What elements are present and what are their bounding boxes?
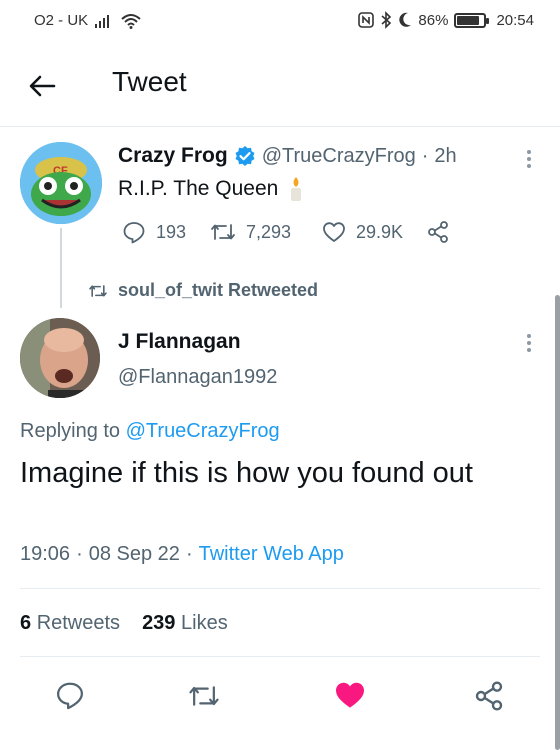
avatar-j-flannagan[interactable] — [20, 318, 100, 398]
retweet-action[interactable]: 7,293 — [210, 221, 322, 243]
parent-tweet-header: Crazy Frog @TrueCrazyFrog · 2h — [118, 144, 457, 168]
battery-percent: 86% — [418, 11, 449, 29]
header-divider — [0, 126, 560, 127]
retweet-small-icon — [89, 284, 107, 297]
status-right: 86% 20:54 — [358, 11, 534, 29]
separator-dot: · — [421, 144, 429, 167]
nfc-icon — [358, 12, 375, 28]
candle-emoji-icon — [291, 177, 302, 201]
tweet-stats: 6 Retweets 239 Likes — [20, 612, 228, 635]
j-flannagan-avatar-image — [20, 318, 100, 398]
retweet-icon — [211, 224, 235, 240]
wifi-icon — [121, 13, 141, 29]
share-icon-large[interactable] — [473, 680, 505, 712]
retweets-stat-count: 6 — [20, 612, 32, 634]
main-author-handle[interactable]: @Flannagan1992 — [118, 366, 277, 389]
retweet-context[interactable]: soul_of_twit Retweeted — [88, 280, 318, 301]
carrier-label: O2 - UK — [34, 12, 89, 29]
retweet-icon-large[interactable] — [188, 682, 220, 710]
meta-dot-2: · — [185, 543, 193, 565]
status-bar: O2 - UK 86% 20:54 — [0, 0, 560, 40]
replying-to-line: Replying to @TrueCrazyFrog — [20, 420, 280, 443]
tweet-time: 19:06 — [20, 543, 71, 565]
parent-tweet-actions: 193 7,293 29.9K — [122, 220, 450, 244]
retweet-count: 7,293 — [246, 221, 292, 242]
tweet-source-link[interactable]: Twitter Web App — [199, 543, 344, 566]
like-count: 29.9K — [356, 221, 404, 242]
likes-stat-label: Likes — [181, 612, 228, 634]
crazy-frog-avatar-image: CF — [20, 142, 102, 224]
tweet-age[interactable]: 2h — [434, 145, 456, 168]
carrier-group: O2 - UK — [34, 12, 142, 29]
like-action[interactable]: 29.9K — [322, 221, 438, 243]
author-handle[interactable]: @TrueCrazyFrog — [262, 145, 416, 168]
retweets-stat-label: Retweets — [36, 612, 121, 634]
more-vertical-icon-main[interactable] — [526, 334, 532, 352]
main-author-name[interactable]: J Flannagan — [118, 330, 241, 354]
thread-connector-line — [60, 228, 62, 308]
meta-divider — [20, 588, 540, 589]
page-title: Tweet — [112, 66, 187, 97]
tweet-date: 08 Sep 22 — [88, 543, 180, 565]
retweets-stat[interactable]: 6 Retweets — [20, 612, 120, 635]
meta-dot-1: · — [76, 543, 83, 565]
replying-to-handle-link[interactable]: @TrueCrazyFrog — [126, 420, 280, 442]
parent-tweet-text-row: R.I.P. The Queen — [118, 176, 304, 202]
heart-outline-icon — [323, 222, 345, 242]
battery-fill — [457, 15, 480, 25]
likes-stat-count: 239 — [142, 612, 176, 634]
more-vertical-icon[interactable] — [526, 150, 532, 168]
reply-action[interactable]: 193 — [122, 220, 210, 244]
tweet-meta: 19:06 · 08 Sep 22 · Twitter Web App — [20, 543, 344, 566]
signal-icon — [95, 14, 110, 28]
stats-divider — [20, 656, 540, 657]
author-name[interactable]: Crazy Frog — [118, 144, 228, 168]
verified-badge-icon — [235, 146, 255, 166]
battery-icon — [454, 12, 490, 28]
reply-icon — [123, 222, 145, 244]
share-icon[interactable] — [426, 220, 450, 244]
parent-tweet-text: R.I.P. The Queen — [118, 177, 279, 200]
arrow-left-icon[interactable] — [24, 68, 60, 104]
main-tweet-text: Imagine if this is how you found out — [20, 457, 473, 489]
avatar-crazy-frog[interactable]: CF — [20, 142, 102, 224]
scrollbar[interactable] — [555, 295, 560, 750]
reply-count: 193 — [156, 221, 187, 242]
retweet-context-text: soul_of_twit Retweeted — [118, 280, 319, 300]
clock: 20:54 — [496, 11, 534, 29]
heart-filled-icon[interactable] — [334, 680, 366, 710]
app-header: Tweet — [0, 50, 560, 120]
bluetooth-icon — [381, 11, 392, 29]
reply-icon-large[interactable] — [55, 680, 85, 710]
likes-stat[interactable]: 239 Likes — [142, 612, 228, 635]
do-not-disturb-moon-icon — [399, 12, 412, 27]
replying-to-prefix: Replying to — [20, 420, 121, 442]
